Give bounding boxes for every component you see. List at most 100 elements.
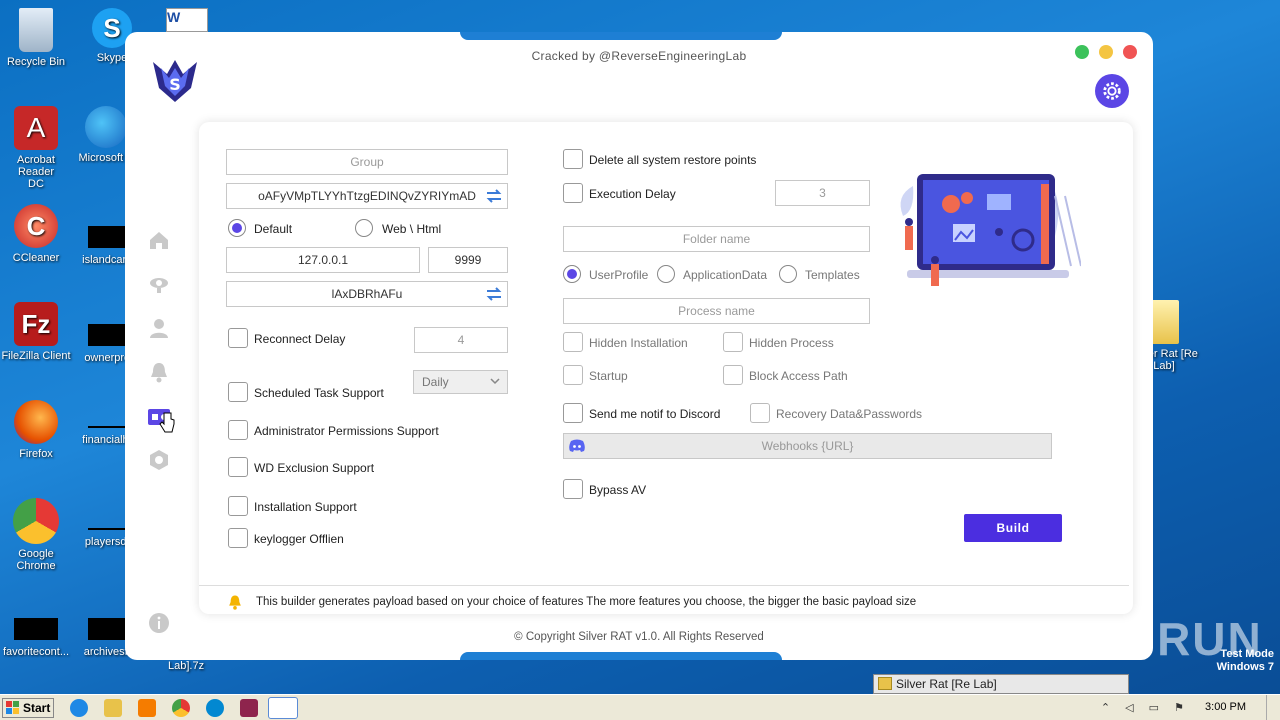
desktop-icon-ccleaner[interactable]: C CCleaner	[0, 204, 76, 264]
admin-permissions-checkbox[interactable]	[228, 420, 248, 440]
key-field[interactable]: lAxDBRhAFu	[226, 281, 508, 307]
windows-logo-icon	[6, 701, 19, 714]
top-notch	[460, 32, 782, 40]
delete-restore-checkbox[interactable]	[563, 149, 583, 169]
startup-checkbox[interactable]	[563, 365, 583, 385]
eye-icon	[150, 278, 168, 293]
desktop-icon-acrobat[interactable]: A Acrobat Reader DC	[0, 106, 76, 190]
scheduled-task-checkbox[interactable]	[228, 382, 248, 402]
desktop-icon-firefox[interactable]: Firefox	[0, 400, 76, 460]
sidebar-eye[interactable]	[147, 272, 171, 296]
execution-delay-checkbox[interactable]	[563, 183, 583, 203]
wd-exclusion-checkbox[interactable]	[228, 457, 248, 477]
chrome-icon	[13, 498, 59, 544]
reconnect-delay-checkbox[interactable]	[228, 328, 248, 348]
mouse-cursor-hand-icon	[159, 412, 175, 433]
developers-illustration	[900, 174, 1081, 286]
recycle-bin-icon	[19, 8, 53, 52]
filezilla-icon: Fz	[14, 302, 58, 346]
info-bar: This builder generates payload based on …	[199, 585, 1129, 615]
recovery-checkbox[interactable]	[750, 403, 770, 423]
radio-web-html[interactable]	[355, 219, 373, 237]
word-doc-icon[interactable]: W	[166, 8, 208, 32]
settings-button[interactable]	[1095, 74, 1129, 108]
taskbar-silver-rat-icon[interactable]	[268, 697, 298, 719]
taskbar: Start ⌃ ◁ ▭ ⚑ 3:00 PM	[0, 694, 1280, 720]
test-mode-text: Test Mode Windows 7	[1217, 648, 1274, 674]
hidden-process-checkbox[interactable]	[723, 332, 743, 352]
discord-notif-checkbox[interactable]	[563, 403, 583, 423]
maximize-dot[interactable]	[1075, 45, 1089, 59]
desktop-icon-chrome[interactable]: Google Chrome	[0, 498, 76, 572]
discord-notif-label: Send me notif to Discord	[589, 407, 721, 421]
hidden-process-label: Hidden Process	[749, 336, 834, 350]
builder-window: S Cracked by @ReverseEngineeringLab Grou…	[125, 32, 1153, 660]
radio-userprofile[interactable]	[563, 265, 581, 283]
desktop-icon-recycle-bin[interactable]: Recycle Bin	[0, 8, 76, 68]
user-icon	[150, 319, 168, 338]
folder-icon	[1149, 300, 1179, 344]
process-name-input[interactable]: Process name	[563, 298, 870, 324]
host-input[interactable]: 127.0.0.1	[226, 247, 420, 273]
hidden-installation-checkbox[interactable]	[563, 332, 583, 352]
taskbar-edge-icon[interactable]	[206, 699, 224, 717]
mutex-field[interactable]: oAFyVMpTLYYhTtzgEDINQvZYRIYmAD	[226, 183, 508, 209]
bypass-av-checkbox[interactable]	[563, 479, 583, 499]
desktop-icon-favoritecont[interactable]: favoritecont...	[0, 610, 76, 658]
refresh-mutex-icon[interactable]	[485, 187, 503, 205]
schedule-select[interactable]: Daily	[413, 370, 508, 394]
folder-name-input[interactable]: Folder name	[563, 226, 870, 252]
reconnect-delay-input[interactable]: 4	[414, 327, 508, 353]
taskbar-explorer-icon[interactable]	[104, 699, 122, 717]
desktop-icon-label: Recycle Bin	[6, 56, 66, 68]
copyright: © Copyright Silver RAT v1.0. All Rights …	[514, 631, 764, 643]
desktop-icon-label: FileZilla Client	[1, 350, 71, 362]
bottom-notch	[460, 652, 782, 660]
execution-delay-input[interactable]: 3	[775, 180, 870, 206]
build-button[interactable]: Build	[964, 514, 1062, 542]
header-text: Cracked by @ReverseEngineeringLab	[531, 49, 747, 63]
radio-templates[interactable]	[779, 265, 797, 283]
sidebar-settings[interactable]	[147, 448, 171, 472]
desktop-icon-filezilla[interactable]: Fz FileZilla Client	[0, 302, 76, 362]
webhook-input[interactable]: Webhooks {URL}	[563, 433, 1052, 459]
delete-restore-label: Delete all system restore points	[589, 153, 757, 167]
desktop-icon-label-lab7z: Lab].7z	[168, 660, 205, 672]
sidebar-home[interactable]	[147, 228, 171, 252]
desktop-icon-label: Google Chrome	[16, 548, 56, 572]
firefox-icon	[14, 400, 58, 444]
group-input[interactable]: Group	[226, 149, 508, 175]
port-input[interactable]: 9999	[428, 247, 508, 273]
taskbar-winrar-icon[interactable]	[240, 699, 258, 717]
start-button[interactable]: Start	[2, 698, 54, 718]
refresh-key-icon[interactable]	[485, 285, 503, 303]
radio-web-html-label: Web \ Html	[382, 222, 442, 236]
radio-appdata-label: ApplicationData	[683, 268, 768, 282]
sidebar-bell[interactable]	[147, 360, 171, 384]
installation-support-checkbox[interactable]	[228, 496, 248, 516]
show-desktop-button[interactable]	[1266, 695, 1280, 720]
keylogger-checkbox[interactable]	[228, 528, 248, 548]
taskbar-media-icon[interactable]	[138, 699, 156, 717]
taskbar-chrome-icon[interactable]	[172, 699, 190, 717]
radio-default[interactable]	[228, 219, 246, 237]
minimize-dot[interactable]	[1099, 45, 1113, 59]
edge-icon	[85, 106, 127, 148]
svg-text:S: S	[169, 75, 181, 94]
block-access-checkbox[interactable]	[723, 365, 743, 385]
startup-label: Startup	[589, 369, 628, 383]
block-access-label: Block Access Path	[749, 369, 848, 383]
taskbar-window-silver-rat[interactable]: Silver Rat [Re Lab]	[873, 674, 1129, 694]
radio-appdata[interactable]	[657, 265, 675, 283]
hidden-installation-label: Hidden Installation	[589, 336, 688, 350]
desktop-icon-label: Acrobat Reader DC	[17, 154, 55, 190]
close-dot[interactable]	[1123, 45, 1137, 59]
execution-delay-label: Execution Delay	[589, 187, 676, 201]
admin-permissions-label: Administrator Permissions Support	[254, 424, 439, 438]
sidebar-user[interactable]	[147, 316, 171, 340]
test-mode-line2: Windows 7	[1216, 661, 1274, 673]
taskbar-ie-icon[interactable]	[70, 699, 88, 717]
home-icon	[150, 232, 168, 249]
builder-panel: Group oAFyVMpTLYYhTtzgEDINQvZYRIYmAD Def…	[199, 122, 1133, 614]
chevron-down-icon	[490, 378, 500, 385]
